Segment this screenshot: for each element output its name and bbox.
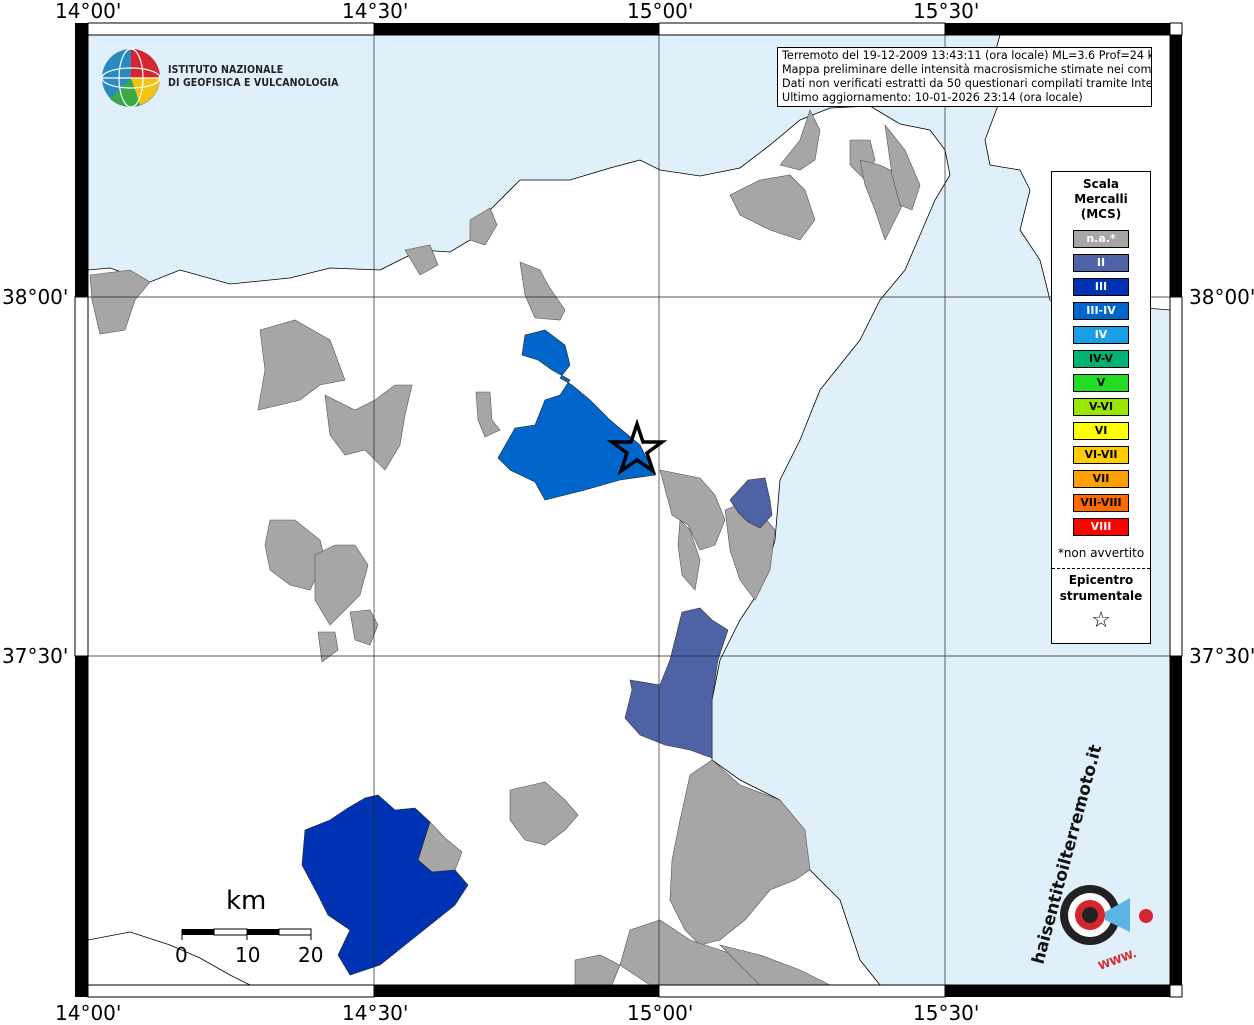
ingv-logo-text: ISTITUTO NAZIONALE DI GEOFISICA E VULCAN… bbox=[168, 64, 339, 90]
event-info-line2: Mappa preliminare delle intensità macros… bbox=[782, 63, 1152, 76]
legend-epi-1: Epicentro bbox=[1068, 573, 1134, 587]
lon-label-top-4: 15°30' bbox=[913, 0, 980, 23]
legend-note: *non avvertito bbox=[1057, 546, 1145, 560]
legend-epicenter-label: Epicentro strumentale bbox=[1052, 572, 1150, 604]
lat-label-right-1: 38°00' bbox=[1189, 285, 1254, 309]
legend-item: IV bbox=[1073, 326, 1129, 344]
legend-item: VI-VII bbox=[1073, 446, 1129, 464]
legend-item: VII-VIII bbox=[1073, 494, 1129, 512]
event-info-line1: Terremoto del 19-12-2009 13:43:11 (ora l… bbox=[782, 49, 1152, 62]
ingv-logo-icon bbox=[101, 48, 161, 108]
scale-tick-0: 0 bbox=[175, 943, 188, 967]
lat-label-right-2: 37°30' bbox=[1189, 644, 1254, 668]
legend-item: III-IV bbox=[1073, 302, 1129, 320]
scale-tick-10: 10 bbox=[235, 943, 261, 967]
lon-label-top-1: 14°00' bbox=[55, 0, 122, 23]
event-info-line3: Dati non verificati estratti da 50 quest… bbox=[782, 77, 1152, 90]
legend-item: V-VI bbox=[1073, 398, 1129, 416]
legend-item: II bbox=[1073, 254, 1129, 272]
lat-label-left-2: 37°30' bbox=[2, 644, 69, 668]
legend-item: VII bbox=[1073, 470, 1129, 488]
ingv-line2: DI GEOFISICA E VULCANOLOGIA bbox=[168, 77, 339, 89]
legend-title-2: Mercalli bbox=[1074, 192, 1128, 206]
lon-label-top-2: 14°30' bbox=[342, 0, 409, 23]
lon-label-bottom-4: 15°30' bbox=[913, 1001, 980, 1025]
lon-label-bottom-2: 14°30' bbox=[342, 1001, 409, 1025]
event-info-line4: Ultimo aggiornamento: 10-01-2026 23:14 (… bbox=[782, 91, 1083, 104]
mcs-legend: Scala Mercalli (MCS) n.a.* II III III-IV IV I… bbox=[1051, 171, 1151, 644]
legend-item: IV-V bbox=[1073, 350, 1129, 368]
legend-separator bbox=[1052, 568, 1150, 569]
legend-epi-2: strumentale bbox=[1059, 589, 1143, 603]
scale-unit: km bbox=[226, 886, 267, 916]
event-info-box: Terremoto del 19-12-2009 13:43:11 (ora l… bbox=[777, 47, 1152, 107]
legend-title-3: (MCS) bbox=[1080, 207, 1122, 221]
legend-item: V bbox=[1073, 374, 1129, 392]
lon-label-bottom-3: 15°00' bbox=[627, 1001, 694, 1025]
legend-item: n.a.* bbox=[1073, 230, 1129, 248]
lon-label-bottom-1: 14°00' bbox=[55, 1001, 122, 1025]
legend-item: VIII bbox=[1073, 518, 1129, 536]
legend-item: VI bbox=[1073, 422, 1129, 440]
legend-item: III bbox=[1073, 278, 1129, 296]
legend-title-1: Scala bbox=[1082, 177, 1120, 191]
ingv-line1: ISTITUTO NAZIONALE bbox=[168, 64, 284, 76]
lon-label-top-3: 15°00' bbox=[627, 0, 694, 23]
legend-title: Scala Mercalli (MCS) bbox=[1052, 177, 1150, 222]
scale-tick-20: 20 bbox=[298, 943, 324, 967]
legend-star-icon: ☆ bbox=[1091, 608, 1111, 633]
lat-label-left-1: 38°00' bbox=[2, 285, 69, 309]
